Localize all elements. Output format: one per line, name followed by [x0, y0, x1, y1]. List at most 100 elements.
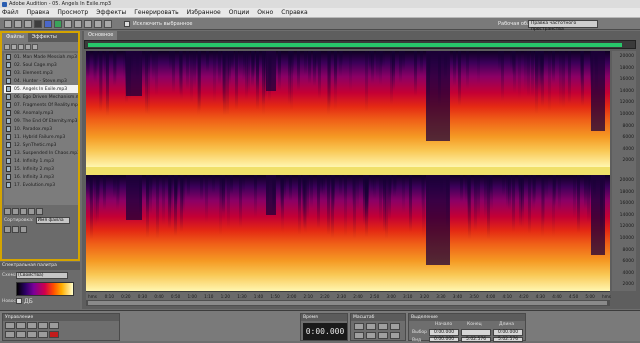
view-end-field[interactable]: 5:02.576 [461, 337, 491, 342]
file-list-item[interactable]: 12. SynThetic.mp3 [4, 141, 78, 149]
play-file-icon[interactable] [18, 43, 24, 50]
file-list-item[interactable]: 08. Anomaly.mp3 [4, 109, 78, 117]
options-icon[interactable] [36, 208, 43, 215]
file-list-item[interactable]: 05. Angels In Exile.mp3 [4, 85, 78, 93]
selection-start-field[interactable]: 0:00.000 [429, 329, 459, 336]
file-list-item[interactable]: 07. Fragments Of Reality.mp3 [4, 101, 78, 109]
spectral-texture [502, 175, 505, 197]
tab-main[interactable]: Основное [84, 31, 118, 40]
selection-length-field[interactable]: 0:00.000 [493, 329, 523, 336]
zoom-in-vertical-icon[interactable] [378, 332, 388, 339]
spectral-texture [477, 51, 480, 85]
close-file-icon[interactable] [11, 43, 17, 50]
view-start-field[interactable]: 0:00.000 [429, 337, 459, 342]
full-path-icon[interactable] [12, 226, 19, 233]
zoom-icon[interactable] [104, 19, 112, 28]
show-loops-icon[interactable] [12, 208, 19, 215]
spectral-channel-right[interactable] [86, 175, 610, 291]
tab-effects[interactable]: Эффекты [28, 33, 61, 42]
menu-view[interactable]: Просмотр [57, 9, 88, 16]
workspace-select[interactable]: Правка частотного пространства [528, 20, 598, 32]
zoom-left-edge-icon[interactable] [354, 332, 364, 339]
overview-bar[interactable] [84, 40, 636, 49]
db-checkbox[interactable] [16, 298, 22, 304]
file-list-item[interactable]: 06. Ego Driven Mechanism.mp3 [4, 93, 78, 101]
audio-file-icon [6, 110, 11, 116]
file-list-item[interactable]: 02. Soul Cage.mp3 [4, 61, 78, 69]
fast-forward-button[interactable] [27, 331, 37, 338]
autoplay-icon[interactable] [32, 43, 38, 50]
file-list-item[interactable]: 04. Hunter - Steve.mp3 [4, 77, 78, 85]
files-panel-footer: Сортировка: Имя файла [4, 207, 78, 259]
file-list-item[interactable]: 09. The End Of Eternity.mp3 [4, 117, 78, 125]
show-audio-icon[interactable] [4, 208, 11, 215]
cd-view-icon[interactable] [24, 19, 32, 28]
file-list-item[interactable]: 15. Infinity 2.mp3 [4, 165, 78, 173]
show-video-icon[interactable] [20, 208, 27, 215]
delete-icon[interactable] [20, 226, 27, 233]
file-list-item[interactable]: 13. Suspended In Chaos.mp3 [4, 149, 78, 157]
zoom-right-edge-icon[interactable] [366, 332, 376, 339]
spectral-pan-icon[interactable] [54, 19, 62, 28]
file-list-item[interactable]: 01. Man Made Messiah.mp3 [4, 53, 78, 61]
spectral-channel-left[interactable] [86, 51, 610, 167]
zoom-selection-icon[interactable] [390, 323, 400, 330]
go-to-start-button[interactable] [5, 331, 15, 338]
file-list-item[interactable]: 11. Hybrid Failure.mp3 [4, 133, 78, 141]
marquee-icon[interactable] [74, 19, 82, 28]
rewind-button[interactable] [16, 331, 26, 338]
file-list-item[interactable]: 10. Paradox.mp3 [4, 125, 78, 133]
menu-favorites[interactable]: Избранное [187, 9, 221, 16]
menu-file[interactable]: Файл [2, 9, 19, 16]
spectral-display[interactable] [86, 51, 610, 291]
go-to-end-button[interactable] [38, 331, 48, 338]
hand-icon[interactable] [94, 19, 102, 28]
play-to-end-button[interactable] [38, 322, 48, 329]
scrollbar-thumb[interactable] [88, 301, 607, 305]
edit-view-icon[interactable] [4, 19, 12, 28]
selection-end-field[interactable] [461, 329, 491, 336]
spectral-texture [524, 51, 527, 92]
zoom-out-horizontal-icon[interactable] [366, 323, 376, 330]
menu-help[interactable]: Справка [281, 9, 307, 16]
record-button[interactable] [49, 331, 59, 338]
sort-select[interactable]: Имя файла [35, 217, 70, 224]
list-view-icon[interactable] [4, 226, 11, 233]
zoom-out-vertical-icon[interactable] [390, 332, 400, 339]
zoom-in-horizontal-icon[interactable] [354, 323, 364, 330]
tab-files[interactable]: Файлы [2, 33, 28, 42]
exclude-selection-checkbox[interactable] [124, 20, 130, 27]
menu-options[interactable]: Опции [229, 9, 250, 16]
spectral-texture [369, 51, 372, 71]
overview-range[interactable] [88, 43, 622, 47]
color-palette-gradient [16, 282, 74, 296]
time-ruler[interactable]: hms 0:10 0:20 0:30 0:40 0:50 1:00 1:10 1:20 1:30 1… [86, 291, 611, 300]
spectral-view-icon[interactable] [44, 19, 52, 28]
time-tick-label: 4:30 [535, 294, 546, 299]
loop-icon[interactable] [25, 43, 31, 50]
import-icon[interactable] [4, 43, 10, 50]
play-button[interactable] [16, 322, 26, 329]
menu-edit[interactable]: Правка [27, 9, 50, 16]
show-markers-icon[interactable] [28, 208, 35, 215]
file-list-item[interactable]: 03. Element.mp3 [4, 69, 78, 77]
multitrack-view-icon[interactable] [14, 19, 22, 28]
pause-button[interactable] [27, 322, 37, 329]
view-length-field[interactable]: 5:02.576 [493, 337, 523, 342]
scheme-select[interactable]: (Свойства) [16, 271, 68, 279]
time-select-icon[interactable] [64, 19, 72, 28]
file-list-item[interactable]: 16. Infinity 3.mp3 [4, 173, 78, 181]
lasso-icon[interactable] [84, 19, 92, 28]
loop-button[interactable] [49, 322, 59, 329]
menu-window[interactable]: Окно [257, 9, 273, 16]
spectral-texture [349, 51, 352, 92]
menu-effects[interactable]: Эффекты [96, 9, 126, 16]
file-list-item[interactable]: 17. Evolution.mp3 [4, 181, 78, 189]
file-list-item[interactable]: 14. Infinity 1.mp3 [4, 157, 78, 165]
waveform-view-icon[interactable] [34, 19, 42, 28]
stop-button[interactable] [5, 322, 15, 329]
menu-generate[interactable]: Генерировать [134, 9, 178, 16]
horizontal-scrollbar[interactable] [86, 300, 610, 306]
zoom-full-icon[interactable] [378, 323, 388, 330]
audio-file-icon [6, 54, 11, 60]
